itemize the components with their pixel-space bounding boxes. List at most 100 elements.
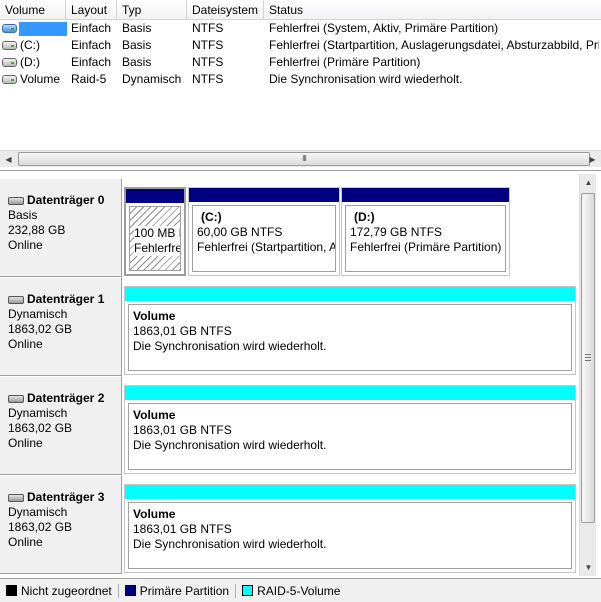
vertical-scroll-thumb[interactable] bbox=[581, 193, 595, 523]
disk-kind: Dynamisch bbox=[8, 307, 68, 321]
scroll-left-icon[interactable]: ◀ bbox=[0, 151, 17, 168]
legend-label: RAID-5-Volume bbox=[257, 583, 341, 598]
partition-d[interactable]: (D:) 172,79 GB NTFS Fehlerfrei (Primäre … bbox=[341, 187, 510, 276]
scroll-down-icon[interactable]: ▼ bbox=[580, 559, 597, 576]
partition-c[interactable]: (C:) 60,00 GB NTFS Fehlerfrei (Startpart… bbox=[188, 187, 340, 276]
legend-divider bbox=[117, 583, 119, 598]
volume-filesystem: NTFS bbox=[192, 21, 224, 35]
scroll-grip-icon bbox=[585, 354, 591, 361]
partition-name: (D:) bbox=[354, 210, 375, 224]
partition-raid5-volume[interactable]: Volume 1863,01 GB NTFS Die Synchronisati… bbox=[124, 286, 576, 375]
disk-size: 1863,02 GB bbox=[8, 520, 73, 534]
partition-status: Die Synchronisation wird wiederholt. bbox=[133, 438, 327, 452]
volume-type: Basis bbox=[122, 38, 152, 52]
partition-size: 100 MB NTFS bbox=[134, 226, 180, 241]
partition-system[interactable]: 100 MB NTFS Fehlerfrei (System, Aktiv, P… bbox=[124, 187, 186, 276]
disk-label[interactable]: Datenträger 2 Dynamisch 1863,02 GB Onlin… bbox=[0, 376, 122, 475]
column-header-volume[interactable]: Volume bbox=[0, 0, 66, 20]
volume-filesystem: NTFS bbox=[192, 72, 224, 86]
volume-list-header: Volume Layout Typ Dateisystem Status bbox=[0, 0, 601, 20]
volume-status: Die Synchronisation wird wiederholt. bbox=[269, 72, 463, 86]
disk-title: Datenträger 2 bbox=[27, 391, 105, 405]
disk-kind: Basis bbox=[8, 208, 38, 222]
volume-row[interactable]: (D:) Einfach Basis NTFS Fehlerfrei (Prim… bbox=[0, 54, 601, 71]
partition-size: 1863,01 GB NTFS bbox=[133, 324, 232, 338]
disk-title: Datenträger 0 bbox=[27, 193, 105, 207]
scroll-right-icon[interactable]: ▶ bbox=[584, 151, 601, 168]
partition-strip: Volume 1863,01 GB NTFS Die Synchronisati… bbox=[124, 484, 576, 573]
volume-list: Volume Layout Typ Dateisystem Status Ein… bbox=[0, 0, 601, 171]
legend-primary-partition: Primäre Partition bbox=[124, 584, 229, 598]
disk-label[interactable]: Datenträger 1 Dynamisch 1863,02 GB Onlin… bbox=[0, 277, 122, 376]
legend-swatch bbox=[242, 585, 254, 596]
partition-status: Fehlerfrei (Startpartition, Auslagerungs… bbox=[197, 240, 335, 254]
partition-color-bar bbox=[126, 189, 184, 203]
hard-disk-icon bbox=[8, 196, 24, 205]
partition-raid5-volume[interactable]: Volume 1863,01 GB NTFS Die Synchronisati… bbox=[124, 385, 576, 474]
partition-color-bar bbox=[125, 485, 575, 499]
partition-name: (C:) bbox=[201, 210, 222, 224]
disk-size: 1863,02 GB bbox=[8, 421, 73, 435]
volume-name bbox=[2, 20, 66, 37]
partition-strip: 100 MB NTFS Fehlerfrei (System, Aktiv, P… bbox=[124, 187, 512, 276]
legend: Nicht zugeordnet Primäre Partition RAID-… bbox=[0, 578, 601, 602]
disk-title: Datenträger 3 bbox=[27, 490, 105, 504]
volume-layout: Einfach bbox=[71, 55, 112, 69]
horizontal-scrollbar[interactable]: ◀ III ▶ bbox=[0, 150, 601, 167]
volume-name: (C:) bbox=[20, 38, 40, 52]
disk-label[interactable]: Datenträger 3 Dynamisch 1863,02 GB Onlin… bbox=[0, 475, 122, 574]
disk-row-3: Datenträger 3 Dynamisch 1863,02 GB Onlin… bbox=[0, 475, 578, 574]
disk-label[interactable]: Datenträger 0 Basis 232,88 GB Online bbox=[0, 178, 122, 277]
volume-layout: Raid-5 bbox=[71, 72, 107, 86]
partition-color-bar bbox=[125, 287, 575, 301]
partition-color-bar bbox=[189, 188, 339, 202]
partition-status: Die Synchronisation wird wiederholt. bbox=[133, 537, 327, 551]
volume-layout: Einfach bbox=[71, 21, 112, 35]
disk-kind: Dynamisch bbox=[8, 406, 68, 420]
volume-type: Basis bbox=[122, 55, 152, 69]
volume-row[interactable]: (C:) Einfach Basis NTFS Fehlerfrei (Star… bbox=[0, 37, 601, 54]
legend-label: Nicht zugeordnet bbox=[21, 583, 112, 598]
disk-row-0: Datenträger 0 Basis 232,88 GB Online 100… bbox=[0, 178, 578, 277]
disk-row-1: Datenträger 1 Dynamisch 1863,02 GB Onlin… bbox=[0, 277, 578, 376]
volume-status: Fehlerfrei (Startpartition, Auslagerungs… bbox=[269, 38, 599, 52]
legend-unallocated: Nicht zugeordnet bbox=[6, 584, 112, 598]
scroll-grip: III bbox=[302, 154, 307, 163]
partition-status: Die Synchronisation wird wiederholt. bbox=[133, 339, 327, 353]
disk-title: Datenträger 1 bbox=[27, 292, 105, 306]
partition-color-bar bbox=[342, 188, 509, 202]
volume-filesystem: NTFS bbox=[192, 55, 224, 69]
partition-name: Volume bbox=[133, 309, 176, 323]
volume-row[interactable]: Volume Raid-5 Dynamisch NTFS Die Synchro… bbox=[0, 71, 601, 88]
partition-color-bar bbox=[125, 386, 575, 400]
volume-row[interactable]: Einfach Basis NTFS Fehlerfrei (System, A… bbox=[0, 20, 601, 37]
column-header-dateisystem[interactable]: Dateisystem bbox=[187, 0, 264, 20]
volume-status: Fehlerfrei (System, Aktiv, Primäre Parti… bbox=[269, 21, 499, 35]
legend-raid5-volume: RAID-5-Volume bbox=[242, 584, 340, 598]
partition-size: 1863,01 GB NTFS bbox=[133, 423, 232, 437]
partition-size: 1863,01 GB NTFS bbox=[133, 522, 232, 536]
legend-swatch bbox=[124, 585, 136, 596]
column-header-layout[interactable]: Layout bbox=[66, 0, 117, 20]
partition-size: 60,00 GB NTFS bbox=[197, 225, 283, 239]
disk-map: Datenträger 0 Basis 232,88 GB Online 100… bbox=[0, 174, 601, 576]
partition-name: Volume bbox=[133, 408, 176, 422]
partition-name: Volume bbox=[133, 507, 176, 521]
column-header-typ[interactable]: Typ bbox=[117, 0, 187, 20]
scroll-up-icon[interactable]: ▲ bbox=[580, 174, 597, 191]
column-header-status[interactable]: Status bbox=[264, 0, 601, 20]
vertical-scrollbar[interactable]: ▲ ▼ bbox=[579, 174, 596, 576]
disk-size: 232,88 GB bbox=[8, 223, 66, 237]
hard-disk-icon bbox=[8, 394, 24, 403]
volume-type: Dynamisch bbox=[122, 72, 182, 86]
volume-type: Basis bbox=[122, 21, 152, 35]
volume-layout: Einfach bbox=[71, 38, 112, 52]
disk-state: Online bbox=[8, 337, 43, 351]
volume-name: (D:) bbox=[20, 55, 40, 69]
volume-status: Fehlerfrei (Primäre Partition) bbox=[269, 55, 421, 69]
legend-swatch bbox=[6, 585, 17, 596]
volume-filesystem: NTFS bbox=[192, 38, 224, 52]
disk-row-2: Datenträger 2 Dynamisch 1863,02 GB Onlin… bbox=[0, 376, 578, 475]
partition-raid5-volume[interactable]: Volume 1863,01 GB NTFS Die Synchronisati… bbox=[124, 484, 576, 573]
horizontal-scroll-thumb[interactable]: III bbox=[18, 152, 590, 166]
